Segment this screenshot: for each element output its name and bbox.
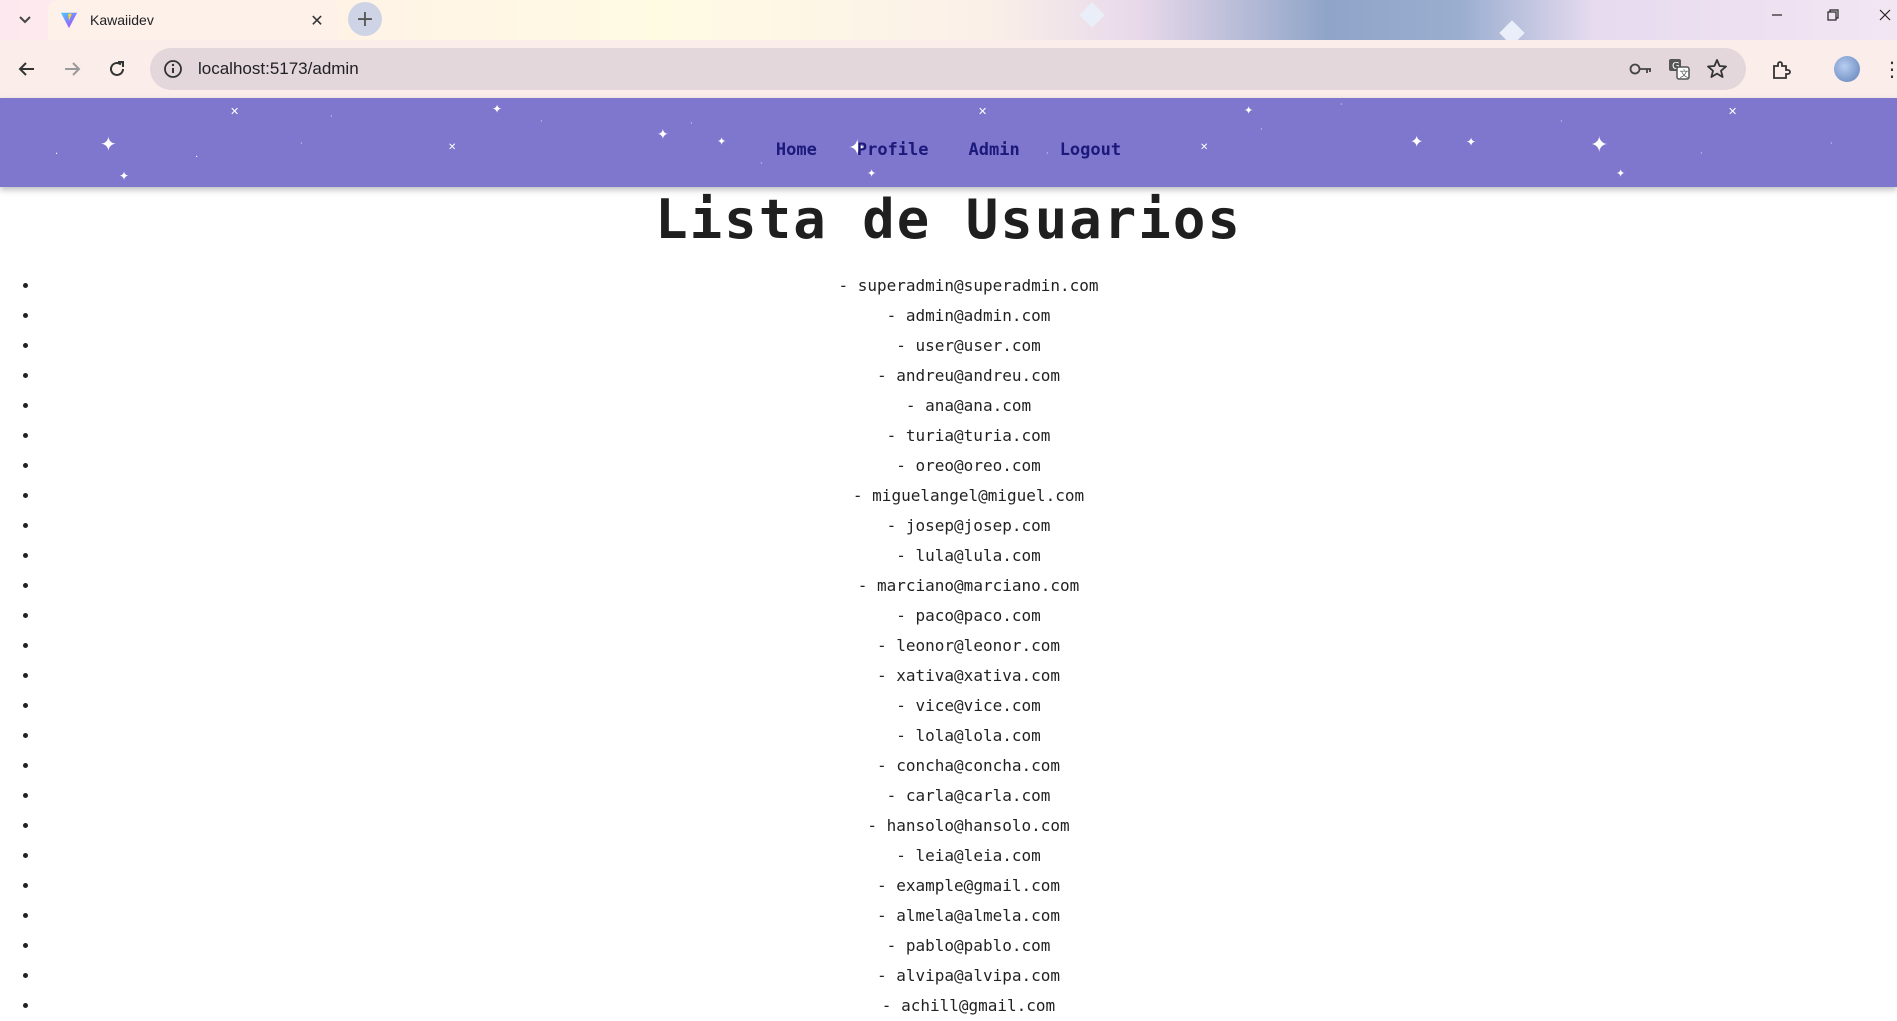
nav-links: Home Profile Admin Logout [0, 140, 1897, 160]
user-list-item: - concha@concha.com [40, 751, 1897, 781]
sparkle-icon: · [1260, 125, 1263, 134]
nav-link-admin[interactable]: Admin [969, 140, 1020, 160]
more-vert-icon[interactable]: ⋮ [1882, 54, 1897, 84]
back-button[interactable] [11, 53, 43, 85]
sparkle-icon: ✦ [119, 169, 130, 183]
sparkle-icon: ✕ [1728, 105, 1738, 118]
tab-close-icon[interactable]: ✕ [306, 9, 328, 31]
profile-avatar[interactable] [1834, 56, 1860, 82]
star-icon[interactable] [1702, 54, 1732, 84]
sparkle-icon: · [540, 117, 543, 126]
tab-title: Kawaiidev [90, 12, 154, 28]
forward-button[interactable] [56, 53, 88, 85]
user-list: - superadmin@superadmin.com- admin@admin… [0, 271, 1897, 1021]
user-list-item: - vice@vice.com [40, 691, 1897, 721]
nav-link-home[interactable]: Home [776, 140, 817, 160]
user-list-item: - example@gmail.com [40, 871, 1897, 901]
user-list-item: - marciano@marciano.com [40, 571, 1897, 601]
sparkle-icon: ✦ [1244, 104, 1254, 117]
url-text[interactable]: localhost:5173/admin [198, 59, 1626, 79]
user-list-item: - lola@lola.com [40, 721, 1897, 751]
user-list-item: - user@user.com [40, 331, 1897, 361]
svg-text:文: 文 [1680, 68, 1689, 80]
tab-list-button[interactable] [12, 8, 38, 32]
sparkle-icon: · [690, 119, 693, 128]
reload-button[interactable] [101, 53, 133, 85]
user-list-item: - ana@ana.com [40, 391, 1897, 421]
info-icon[interactable] [162, 58, 184, 80]
user-list-item: - admin@admin.com [40, 301, 1897, 331]
browser-tab-strip: Kawaiidev ✕ + [0, 0, 1897, 40]
user-list-item: - achill@gmail.com [40, 991, 1897, 1021]
user-list-item: - paco@paco.com [40, 601, 1897, 631]
user-list-item: - hansolo@hansolo.com [40, 811, 1897, 841]
page-title: Lista de Usuarios [655, 188, 1242, 251]
user-list-item: - leonor@leonor.com [40, 631, 1897, 661]
browser-tab-active[interactable]: Kawaiidev ✕ [48, 0, 338, 40]
sparkle-icon: · [330, 112, 333, 121]
user-list-item: - alvipa@alvipa.com [40, 961, 1897, 991]
sparkle-icon: ✕ [230, 105, 240, 118]
sparkle-icon: · [760, 159, 763, 168]
user-list-item: - superadmin@superadmin.com [40, 271, 1897, 301]
arrow-right-icon [65, 62, 81, 76]
user-list-item: - andreu@andreu.com [40, 361, 1897, 391]
user-list-item: - josep@josep.com [40, 511, 1897, 541]
user-list-item: - miguelangel@miguel.com [40, 481, 1897, 511]
user-list-item: - xativa@xativa.com [40, 661, 1897, 691]
key-icon[interactable] [1626, 54, 1656, 84]
sparkle-icon: · [1560, 117, 1563, 126]
vite-logo-icon [60, 12, 78, 29]
nav-link-profile[interactable]: Profile [857, 140, 929, 160]
decorative-diamond [1079, 2, 1105, 28]
address-bar[interactable]: localhost:5173/admin G文 [150, 48, 1746, 90]
browser-toolbar: localhost:5173/admin G文 ⋮ [0, 40, 1897, 98]
close-window-icon[interactable] [1862, 0, 1897, 30]
user-list-item: - almela@almela.com [40, 901, 1897, 931]
reload-icon [110, 61, 124, 76]
sparkle-icon: ✦ [492, 102, 503, 116]
sparkle-icon: ✦ [867, 167, 877, 180]
site-navbar: ✦ ✦ · ✕ · · ✕ ✦ · ✦ ✦ · ✦ ✦ ✕ · ✕ ✦ · ✦ ✦ ✦ ✦ ✕ · · · · · · Home Prof… [0, 98, 1897, 187]
minimize-window-icon[interactable] [1754, 0, 1800, 30]
user-list-item: - turia@turia.com [40, 421, 1897, 451]
chevron-down-icon [19, 16, 31, 24]
user-list-item: - pablo@pablo.com [40, 931, 1897, 961]
user-list-item: - oreo@oreo.com [40, 451, 1897, 481]
user-list-item: - carla@carla.com [40, 781, 1897, 811]
user-list-item: - lula@lula.com [40, 541, 1897, 571]
translate-icon[interactable]: G文 [1664, 54, 1694, 84]
sparkle-icon: ✕ [978, 105, 988, 118]
nav-link-logout[interactable]: Logout [1060, 140, 1121, 160]
sparkle-icon: ✦ [1616, 167, 1626, 180]
user-list-item: - leia@leia.com [40, 841, 1897, 871]
puzzle-icon[interactable] [1765, 54, 1797, 86]
sparkle-icon: · [1340, 100, 1343, 109]
new-tab-button[interactable]: + [348, 2, 382, 36]
restore-window-icon[interactable] [1810, 0, 1856, 30]
arrow-left-icon [18, 62, 34, 76]
decorative-diamond [1499, 20, 1525, 40]
